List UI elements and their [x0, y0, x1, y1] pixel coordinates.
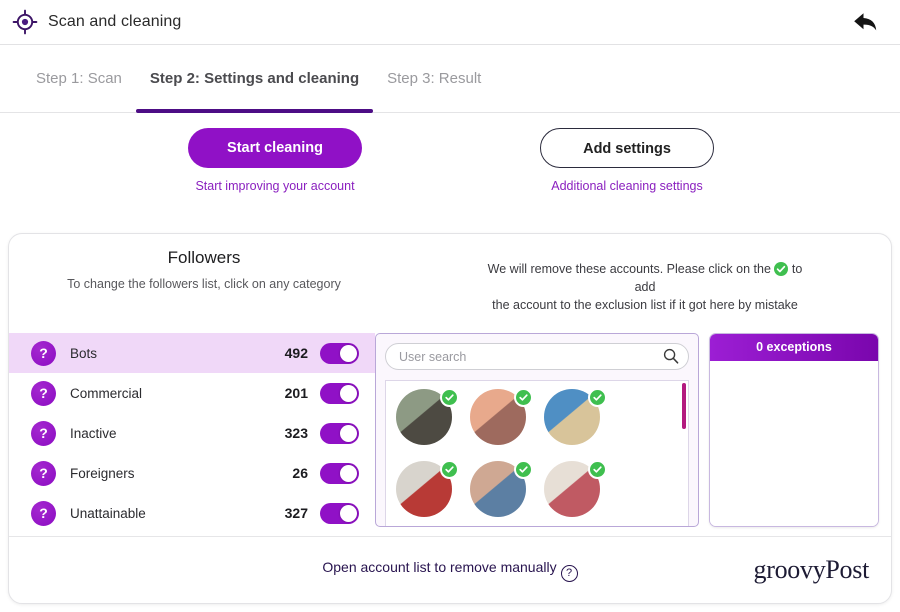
green-check-icon[interactable]	[514, 460, 533, 479]
brand-logo: groovyPost	[753, 555, 870, 584]
step-tabs: Step 1: Scan Step 2: Settings and cleani…	[0, 45, 900, 113]
category-list: ? Bots 492 ? Commercial 201 ? Inactive 3…	[9, 333, 375, 533]
category-label: Unattainable	[70, 505, 146, 521]
question-icon[interactable]: ?	[31, 500, 56, 526]
category-row-bots[interactable]: ? Bots 492	[9, 333, 375, 373]
avatar-scroll-area[interactable]	[385, 380, 689, 526]
add-settings-subtitle: Additional cleaning settings	[551, 179, 703, 193]
avatar-cell[interactable]	[470, 460, 533, 523]
question-icon[interactable]: ?	[31, 380, 56, 406]
category-toggle-inactive[interactable]	[320, 422, 359, 444]
window-title: Scan and cleaning	[48, 13, 182, 30]
question-icon[interactable]: ?	[31, 420, 56, 446]
green-check-icon[interactable]	[514, 388, 533, 407]
target-icon	[12, 9, 38, 35]
category-toggle-bots[interactable]	[320, 342, 359, 364]
toggle-knob	[340, 464, 357, 482]
green-check-icon	[774, 262, 789, 276]
add-settings-block: Add settings Additional cleaning setting…	[540, 128, 714, 193]
category-label: Foreigners	[70, 465, 135, 481]
search-icon[interactable]	[663, 348, 679, 364]
followers-card: Followers To change the followers list, …	[8, 233, 892, 604]
category-count: 492	[284, 345, 308, 361]
category-row-commercial[interactable]: ? Commercial 201	[9, 373, 375, 413]
exceptions-header: 0 exceptions	[710, 334, 878, 361]
category-label: Inactive	[70, 425, 117, 441]
exceptions-panel: 0 exceptions	[709, 333, 879, 527]
category-row-foreigners[interactable]: ? Foreigners 26	[9, 453, 375, 493]
back-arrow-icon[interactable]	[852, 10, 878, 34]
toggle-knob	[340, 424, 357, 442]
toggle-knob	[340, 504, 357, 522]
start-cleaning-subtitle: Start improving your account	[195, 179, 355, 193]
green-check-icon[interactable]	[440, 388, 459, 407]
tab-step-3[interactable]: Step 3: Result	[373, 45, 495, 112]
open-account-list-label: Open account list to remove manually	[322, 558, 557, 575]
question-icon[interactable]: ?	[31, 460, 56, 486]
category-row-inactive[interactable]: ? Inactive 323	[9, 413, 375, 453]
avatar-cell[interactable]	[544, 388, 607, 451]
add-settings-button[interactable]: Add settings	[540, 128, 714, 168]
avatar-cell[interactable]	[544, 460, 607, 523]
start-cleaning-button[interactable]: Start cleaning	[188, 128, 362, 168]
category-toggle-foreigners[interactable]	[320, 462, 359, 484]
card-header: Followers To change the followers list, …	[9, 234, 891, 314]
page-title: Followers	[167, 248, 241, 267]
toggle-knob	[340, 344, 357, 362]
category-toggle-unattainable[interactable]	[320, 502, 359, 524]
avatar-cell[interactable]	[396, 388, 459, 451]
avatar-grid	[386, 381, 688, 526]
question-icon[interactable]: ?	[31, 340, 56, 366]
avatar-cell[interactable]	[396, 460, 459, 523]
tab-step-2[interactable]: Step 2: Settings and cleaning	[135, 45, 374, 113]
category-label: Commercial	[70, 385, 143, 401]
tab-step-1[interactable]: Step 1: Scan	[22, 45, 136, 112]
category-count: 327	[284, 505, 308, 521]
removal-note: We will remove these accounts. Please cl…	[399, 248, 891, 314]
scrollbar-thumb[interactable]	[682, 383, 686, 429]
exceptions-list[interactable]	[710, 361, 878, 526]
search-input[interactable]	[385, 343, 689, 370]
category-count: 201	[284, 385, 308, 401]
category-row-unattainable[interactable]: ? Unattainable 327	[9, 493, 375, 533]
green-check-icon[interactable]	[440, 460, 459, 479]
category-toggle-commercial[interactable]	[320, 382, 359, 404]
card-body: ? Bots 492 ? Commercial 201 ? Inactive 3…	[9, 333, 891, 533]
window-titlebar: Scan and cleaning	[0, 0, 900, 45]
category-count: 323	[284, 425, 308, 441]
search-wrapper	[385, 343, 689, 370]
start-cleaning-block: Start cleaning Start improving your acco…	[188, 128, 362, 193]
category-label: Bots	[70, 345, 98, 361]
followers-header: Followers To change the followers list, …	[9, 248, 399, 314]
removal-note-line1-before: We will remove these accounts. Please cl…	[487, 262, 771, 276]
followers-subtitle: To change the followers list, click on a…	[67, 277, 341, 291]
category-count: 26	[292, 465, 308, 481]
toggle-knob	[340, 384, 357, 402]
action-bar: Start cleaning Start improving your acco…	[0, 113, 900, 321]
help-icon[interactable]: ?	[560, 564, 578, 582]
avatar-cell[interactable]	[470, 388, 533, 451]
account-panel	[375, 333, 699, 527]
green-check-icon[interactable]	[588, 460, 607, 479]
card-footer: Open account list to remove manually? gr…	[9, 536, 891, 603]
removal-note-line2: the account to the exclusion list if it …	[492, 298, 798, 312]
green-check-icon[interactable]	[588, 388, 607, 407]
